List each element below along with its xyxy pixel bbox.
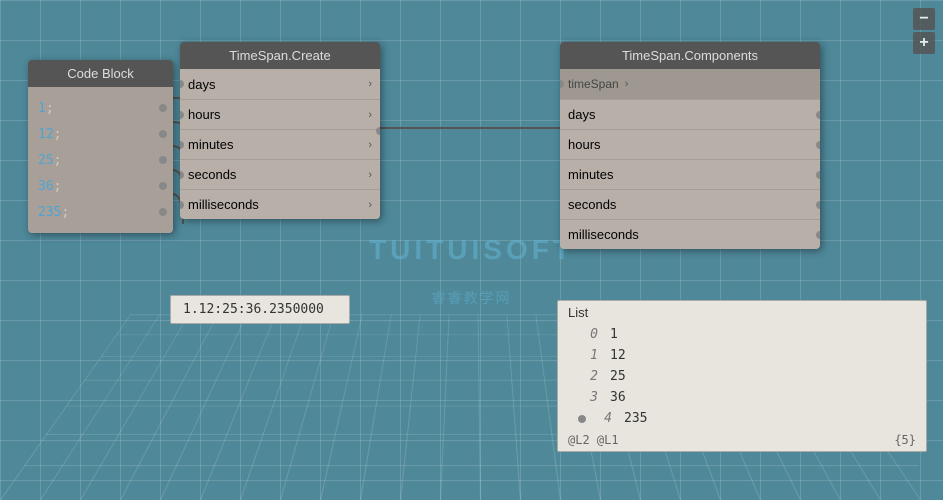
timespan-create-title: TimeSpan.Create bbox=[180, 42, 380, 69]
port-dot-0 bbox=[159, 104, 167, 112]
components-row-seconds: seconds bbox=[560, 189, 820, 219]
list-item-0: 0 1 bbox=[558, 324, 926, 345]
components-label-days: days bbox=[568, 107, 812, 122]
code-block-title: Code Block bbox=[28, 60, 173, 87]
create-arrow-days: › bbox=[368, 78, 372, 90]
create-label-hours: hours bbox=[188, 107, 368, 122]
create-output-port bbox=[376, 127, 380, 135]
code-value-3: 36 bbox=[38, 179, 54, 194]
list-item-2: 2 25 bbox=[558, 366, 926, 387]
code-block-node: Code Block 1 ; › 12 ; › 25 ; › 36 ; › 23… bbox=[28, 60, 173, 233]
list-header: List bbox=[558, 301, 926, 324]
timespan-create-body: days › hours › minutes › seconds › milli… bbox=[180, 69, 380, 219]
components-port-minutes bbox=[816, 171, 820, 179]
create-port-days-left bbox=[180, 80, 184, 88]
port-dot-4 bbox=[159, 208, 167, 216]
output-value: 1.12:25:36.2350000 bbox=[183, 302, 324, 317]
list-item-4: 4 235 bbox=[558, 408, 926, 429]
list-index-2: 2 bbox=[578, 369, 598, 384]
create-arrow-hours: › bbox=[368, 109, 372, 121]
list-value-1: 12 bbox=[610, 348, 626, 363]
code-line-4: 235 ; › bbox=[38, 199, 163, 225]
timespan-components-title: TimeSpan.Components bbox=[560, 42, 820, 69]
create-arrow-minutes: › bbox=[368, 139, 372, 151]
timespan-components-node: TimeSpan.Components timeSpan › days hour… bbox=[560, 42, 820, 249]
create-port-seconds-left bbox=[180, 171, 184, 179]
components-row-days: days bbox=[560, 99, 820, 129]
create-port-minutes-left bbox=[180, 141, 184, 149]
list-index-0: 0 bbox=[578, 327, 598, 342]
code-line-1: 12 ; › bbox=[38, 121, 163, 147]
create-label-days: days bbox=[188, 77, 368, 92]
list-footer-left: @L2 @L1 bbox=[568, 433, 619, 447]
list-index-1: 1 bbox=[578, 348, 598, 363]
components-row-milliseconds: milliseconds bbox=[560, 219, 820, 249]
create-label-milliseconds: milliseconds bbox=[188, 197, 368, 212]
code-value-1: 12 bbox=[38, 127, 54, 142]
list-item-3: 3 36 bbox=[558, 387, 926, 408]
create-label-minutes: minutes bbox=[188, 137, 368, 152]
list-value-3: 36 bbox=[610, 390, 626, 405]
code-semi-0: ; bbox=[46, 101, 54, 116]
list-value-0: 1 bbox=[610, 327, 618, 342]
code-value-0: 1 bbox=[38, 101, 46, 116]
components-input-label: timeSpan bbox=[568, 77, 619, 91]
components-label-hours: hours bbox=[568, 137, 812, 152]
create-port-ms-left bbox=[180, 201, 184, 209]
output-value-box: 1.12:25:36.2350000 bbox=[170, 295, 350, 324]
components-label-milliseconds: milliseconds bbox=[568, 227, 812, 242]
components-input-row: timeSpan › bbox=[560, 69, 820, 99]
code-semi-4: ; bbox=[61, 205, 69, 220]
port-dot-1 bbox=[159, 130, 167, 138]
create-row-minutes: minutes › bbox=[180, 129, 380, 159]
create-row-seconds: seconds › bbox=[180, 159, 380, 189]
zoom-controls: − + bbox=[913, 8, 935, 54]
port-dot-3 bbox=[159, 182, 167, 190]
components-row-minutes: minutes bbox=[560, 159, 820, 189]
code-semi-3: ; bbox=[54, 179, 62, 194]
components-port-seconds bbox=[816, 201, 820, 209]
list-item-1: 1 12 bbox=[558, 345, 926, 366]
code-line-0: 1 ; › bbox=[38, 95, 163, 121]
components-port-hours bbox=[816, 141, 820, 149]
list-footer: @L2 @L1 {5} bbox=[558, 429, 926, 451]
code-value-4: 235 bbox=[38, 205, 61, 220]
timespan-components-body: timeSpan › days hours minutes seconds mi… bbox=[560, 69, 820, 249]
zoom-in-button[interactable]: + bbox=[913, 32, 935, 54]
components-input-arrow: › bbox=[625, 78, 629, 90]
components-label-seconds: seconds bbox=[568, 197, 812, 212]
code-semi-2: ; bbox=[54, 153, 62, 168]
create-row-days: days › bbox=[180, 69, 380, 99]
create-arrow-seconds: › bbox=[368, 169, 372, 181]
list-index-3: 3 bbox=[578, 390, 598, 405]
port-dot-2 bbox=[159, 156, 167, 164]
list-footer-right: {5} bbox=[894, 433, 916, 447]
code-semi-1: ; bbox=[54, 127, 62, 142]
zoom-out-button[interactable]: − bbox=[913, 8, 935, 30]
create-arrow-ms: › bbox=[368, 199, 372, 211]
create-port-hours-left bbox=[180, 111, 184, 119]
list-output-box: List 0 1 1 12 2 25 3 36 4 235 @L2 @L1 {5… bbox=[557, 300, 927, 452]
timespan-create-node: TimeSpan.Create days › hours › minutes ›… bbox=[180, 42, 380, 219]
create-label-seconds: seconds bbox=[188, 167, 368, 182]
create-row-milliseconds: milliseconds › bbox=[180, 189, 380, 219]
code-line-3: 36 ; › bbox=[38, 173, 163, 199]
list-dot-4 bbox=[578, 415, 586, 423]
components-port-ms bbox=[816, 231, 820, 239]
components-port-days bbox=[816, 111, 820, 119]
code-value-2: 25 bbox=[38, 153, 54, 168]
code-block-body: 1 ; › 12 ; › 25 ; › 36 ; › 235 ; › bbox=[28, 87, 173, 233]
create-row-hours: hours › bbox=[180, 99, 380, 129]
components-label-minutes: minutes bbox=[568, 167, 812, 182]
list-value-4: 235 bbox=[624, 411, 647, 426]
list-index-4: 4 bbox=[592, 411, 612, 426]
components-row-hours: hours bbox=[560, 129, 820, 159]
components-input-port bbox=[560, 80, 564, 88]
code-line-2: 25 ; › bbox=[38, 147, 163, 173]
list-value-2: 25 bbox=[610, 369, 626, 384]
